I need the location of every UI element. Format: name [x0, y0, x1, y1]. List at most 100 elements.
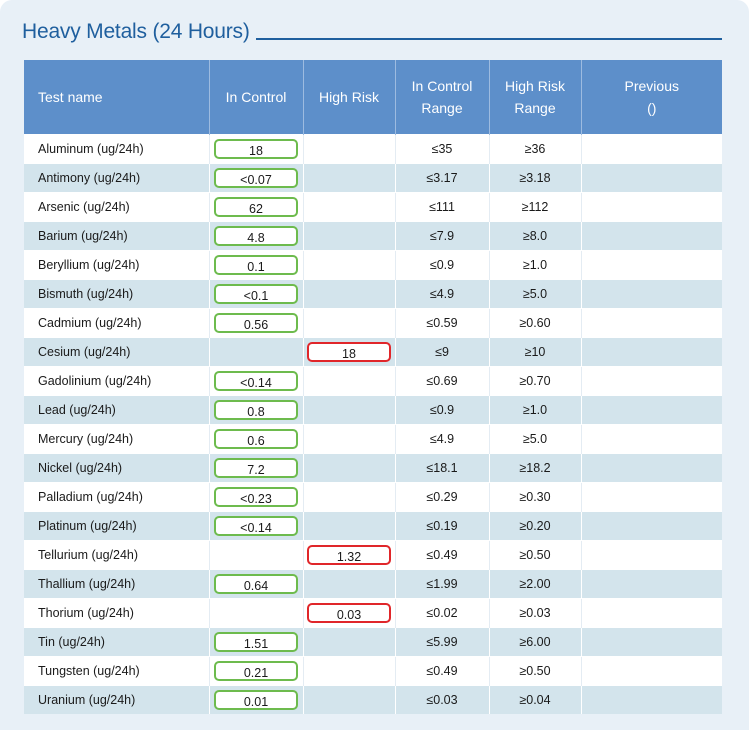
in-control-value: 0.56	[214, 313, 298, 333]
header-high-risk-range-label: High Risk Range	[505, 78, 565, 116]
high-risk-cell	[303, 366, 396, 396]
in-control-value: 0.8	[214, 400, 298, 420]
previous-cell	[581, 656, 722, 686]
high-risk-range-cell: ≥0.50	[489, 656, 582, 686]
in-control-cell	[209, 598, 304, 628]
in-control-cell: 0.8	[209, 395, 304, 425]
in-control-range-cell: ≤4.9	[395, 424, 490, 454]
high-risk-value: 1.32	[307, 545, 391, 565]
title-underline	[255, 38, 722, 40]
in-control-range-cell: ≤0.69	[395, 366, 490, 396]
high-risk-range-cell: ≥5.0	[489, 279, 582, 309]
previous-cell	[581, 598, 722, 628]
in-control-value: 62	[214, 197, 298, 217]
previous-cell	[581, 540, 722, 570]
test-name-cell: Tin (ug/24h)	[24, 627, 210, 657]
test-name-cell: Arsenic (ug/24h)	[24, 192, 210, 222]
test-name-cell: Tellurium (ug/24h)	[24, 540, 210, 570]
test-name-cell: Cesium (ug/24h)	[24, 337, 210, 367]
table-row: Beryllium (ug/24h) 0.1 ≤0.9 ≥1.0	[24, 250, 722, 280]
table-row: Palladium (ug/24h) <0.23 ≤0.29 ≥0.30	[24, 482, 722, 512]
high-risk-range-cell: ≥6.00	[489, 627, 582, 657]
table-row: Gadolinium (ug/24h) <0.14 ≤0.69 ≥0.70	[24, 366, 722, 396]
test-name-cell: Barium (ug/24h)	[24, 221, 210, 251]
previous-cell	[581, 627, 722, 657]
test-name-cell: Aluminum (ug/24h)	[24, 134, 210, 164]
heavy-metals-table: Test name In Control High Risk In Contro…	[24, 60, 722, 714]
table-row: Antimony (ug/24h) <0.07 ≤3.17 ≥3.18	[24, 163, 722, 193]
in-control-cell	[209, 540, 304, 570]
high-risk-range-cell: ≥36	[489, 134, 582, 164]
high-risk-range-cell: ≥8.0	[489, 221, 582, 251]
in-control-range-cell: ≤5.99	[395, 627, 490, 657]
previous-cell	[581, 250, 722, 280]
in-control-value: 0.01	[214, 690, 298, 710]
high-risk-range-cell: ≥0.50	[489, 540, 582, 570]
in-control-cell: <0.07	[209, 163, 304, 193]
test-name-cell: Mercury (ug/24h)	[24, 424, 210, 454]
high-risk-range-cell: ≥0.60	[489, 308, 582, 338]
table-row: Arsenic (ug/24h) 62 ≤111 ≥112	[24, 192, 722, 222]
previous-cell	[581, 424, 722, 454]
high-risk-cell	[303, 250, 396, 280]
header-previous-label: Previous ()	[624, 78, 679, 116]
test-name-cell: Beryllium (ug/24h)	[24, 250, 210, 280]
previous-cell	[581, 134, 722, 164]
table-row: Tin (ug/24h) 1.51 ≤5.99 ≥6.00	[24, 627, 722, 657]
test-name-cell: Bismuth (ug/24h)	[24, 279, 210, 309]
table-header-row: Test name In Control High Risk In Contro…	[24, 60, 722, 135]
high-risk-range-cell: ≥1.0	[489, 395, 582, 425]
header-test-name: Test name	[24, 60, 210, 135]
section-title: Heavy Metals (24 Hours)	[22, 20, 250, 43]
previous-cell	[581, 308, 722, 338]
high-risk-range-cell: ≥0.04	[489, 685, 582, 714]
high-risk-range-cell: ≥3.18	[489, 163, 582, 193]
in-control-value: <0.23	[214, 487, 298, 507]
previous-cell	[581, 337, 722, 367]
table-row: Tungsten (ug/24h) 0.21 ≤0.49 ≥0.50	[24, 656, 722, 686]
previous-cell	[581, 511, 722, 541]
in-control-range-cell: ≤0.02	[395, 598, 490, 628]
in-control-range-cell: ≤0.19	[395, 511, 490, 541]
previous-cell	[581, 453, 722, 483]
high-risk-cell	[303, 453, 396, 483]
in-control-cell: 1.51	[209, 627, 304, 657]
high-risk-range-cell: ≥10	[489, 337, 582, 367]
table-row: Nickel (ug/24h) 7.2 ≤18.1 ≥18.2	[24, 453, 722, 483]
in-control-value: <0.14	[214, 371, 298, 391]
high-risk-range-cell: ≥0.03	[489, 598, 582, 628]
header-in-control-range: In Control Range	[395, 60, 490, 135]
high-risk-cell: 0.03	[303, 598, 396, 628]
in-control-range-cell: ≤0.49	[395, 540, 490, 570]
table-row: Cadmium (ug/24h) 0.56 ≤0.59 ≥0.60	[24, 308, 722, 338]
header-in-control-range-label: In Control Range	[411, 78, 473, 116]
table-row: Thallium (ug/24h) 0.64 ≤1.99 ≥2.00	[24, 569, 722, 599]
in-control-cell	[209, 337, 304, 367]
high-risk-cell	[303, 656, 396, 686]
in-control-cell: 62	[209, 192, 304, 222]
test-name-cell: Thallium (ug/24h)	[24, 569, 210, 599]
previous-cell	[581, 221, 722, 251]
table-row: Mercury (ug/24h) 0.6 ≤4.9 ≥5.0	[24, 424, 722, 454]
high-risk-range-cell: ≥5.0	[489, 424, 582, 454]
previous-cell	[581, 279, 722, 309]
header-high-risk: High Risk	[303, 60, 396, 135]
in-control-range-cell: ≤0.9	[395, 250, 490, 280]
high-risk-cell	[303, 192, 396, 222]
heavy-metals-card: Heavy Metals (24 Hours) Test name In Con…	[0, 0, 749, 730]
in-control-value: <0.1	[214, 284, 298, 304]
test-name-cell: Lead (ug/24h)	[24, 395, 210, 425]
in-control-range-cell: ≤111	[395, 192, 490, 222]
in-control-cell: 18	[209, 134, 304, 164]
high-risk-range-cell: ≥0.20	[489, 511, 582, 541]
high-risk-range-cell: ≥0.30	[489, 482, 582, 512]
table-body: Aluminum (ug/24h) 18 ≤35 ≥36 Antimony (ug/24…	[24, 134, 722, 714]
in-control-value: 1.51	[214, 632, 298, 652]
header-high-risk-range: High Risk Range	[489, 60, 582, 135]
in-control-value: 0.64	[214, 574, 298, 594]
high-risk-cell: 18	[303, 337, 396, 367]
test-name-cell: Cadmium (ug/24h)	[24, 308, 210, 338]
high-risk-cell	[303, 163, 396, 193]
in-control-cell: 0.6	[209, 424, 304, 454]
table-row: Tellurium (ug/24h) 1.32 ≤0.49 ≥0.50	[24, 540, 722, 570]
